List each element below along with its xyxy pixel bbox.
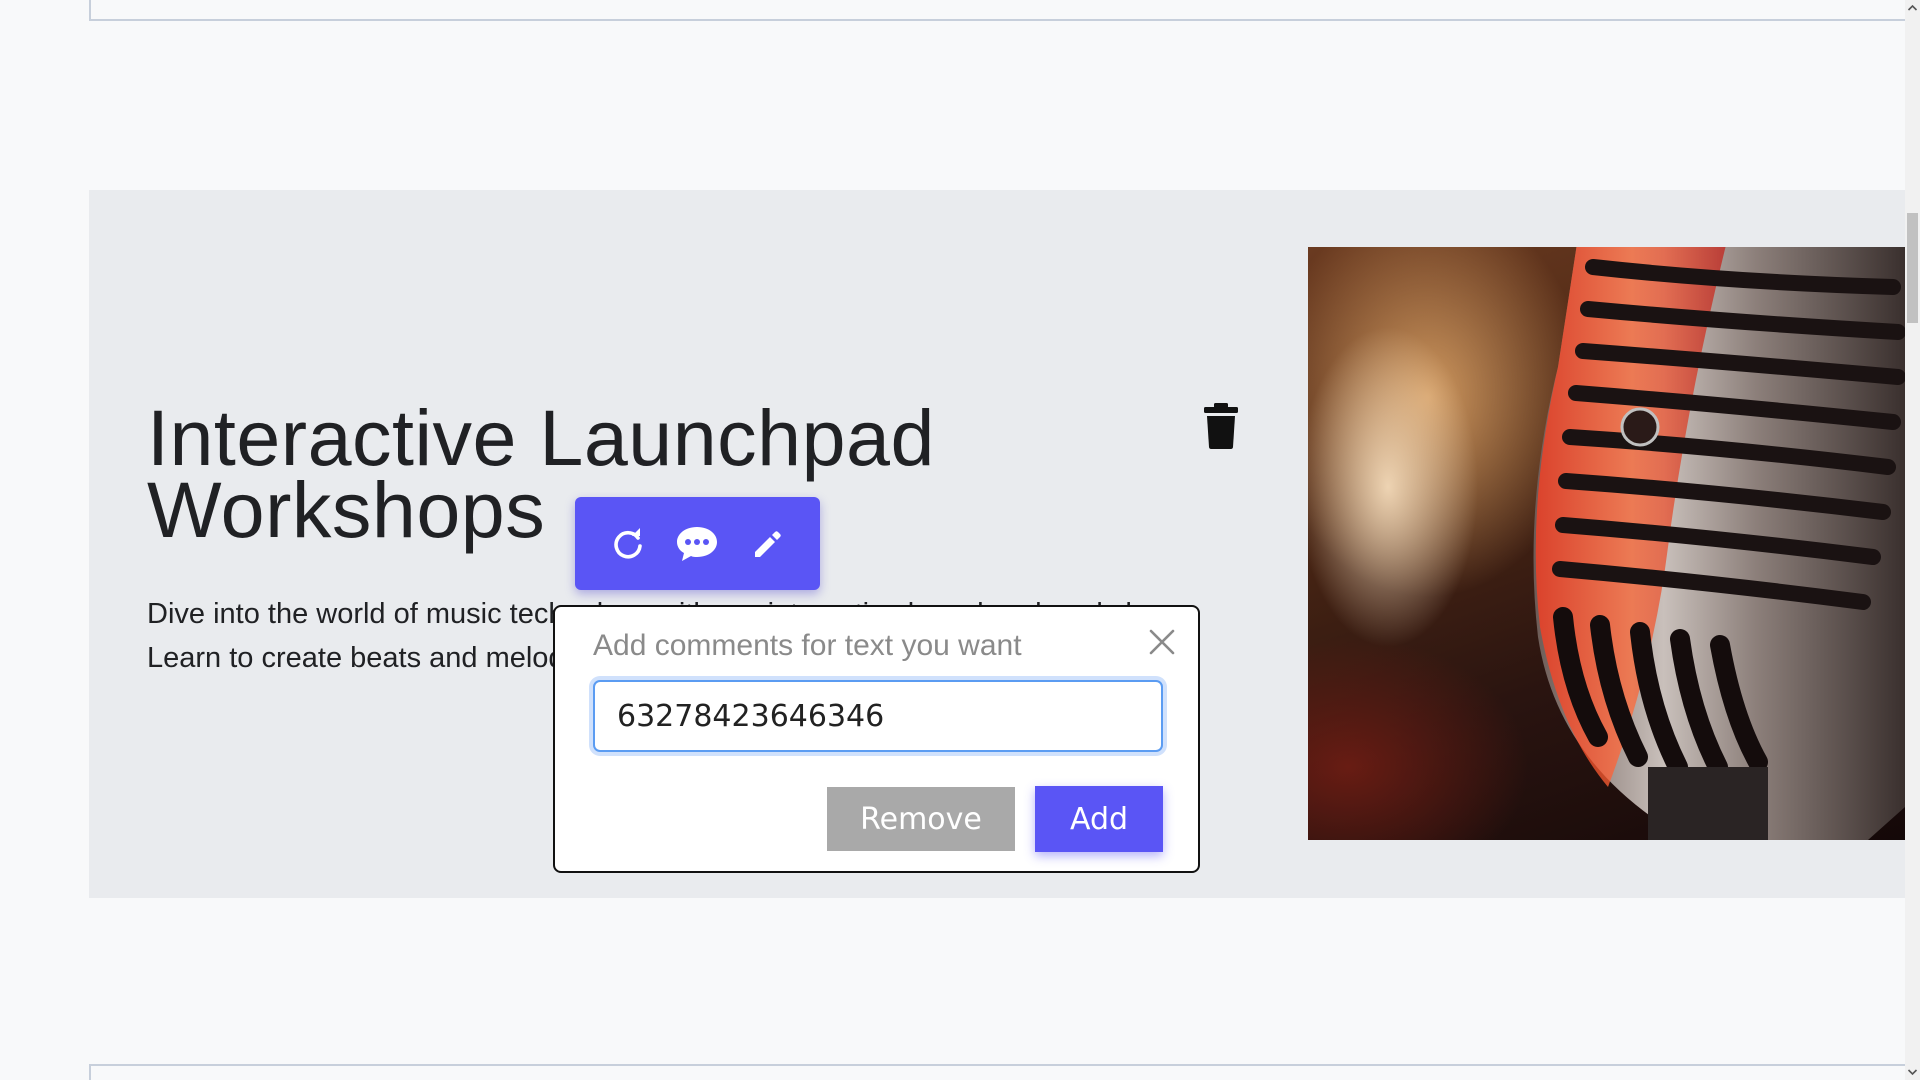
- scroll-down-arrow-icon[interactable]: [1905, 1063, 1920, 1080]
- scrollbar-thumb[interactable]: [1907, 213, 1918, 323]
- scroll-up-arrow-icon[interactable]: [1905, 0, 1920, 17]
- next-section-frame: [89, 1064, 1919, 1080]
- microphone-image: [1308, 247, 1905, 840]
- previous-section-frame: [89, 0, 1919, 21]
- dialog-title: Add comments for text you want: [593, 629, 1022, 662]
- close-icon[interactable]: [1147, 627, 1177, 657]
- refresh-icon[interactable]: [603, 519, 653, 569]
- trash-icon[interactable]: [1201, 402, 1241, 450]
- comment-icon[interactable]: [672, 519, 722, 569]
- comment-input[interactable]: [593, 680, 1163, 752]
- comment-dialog: Add comments for text you want Remove Ad…: [553, 605, 1200, 873]
- text-edit-toolbar: [575, 497, 820, 590]
- pencil-icon[interactable]: [742, 519, 792, 569]
- vertical-scrollbar[interactable]: [1905, 0, 1920, 1080]
- remove-button[interactable]: Remove: [827, 787, 1015, 851]
- page: Interactive Launchpad Workshops Dive int…: [0, 0, 1920, 1080]
- add-button[interactable]: Add: [1035, 786, 1163, 852]
